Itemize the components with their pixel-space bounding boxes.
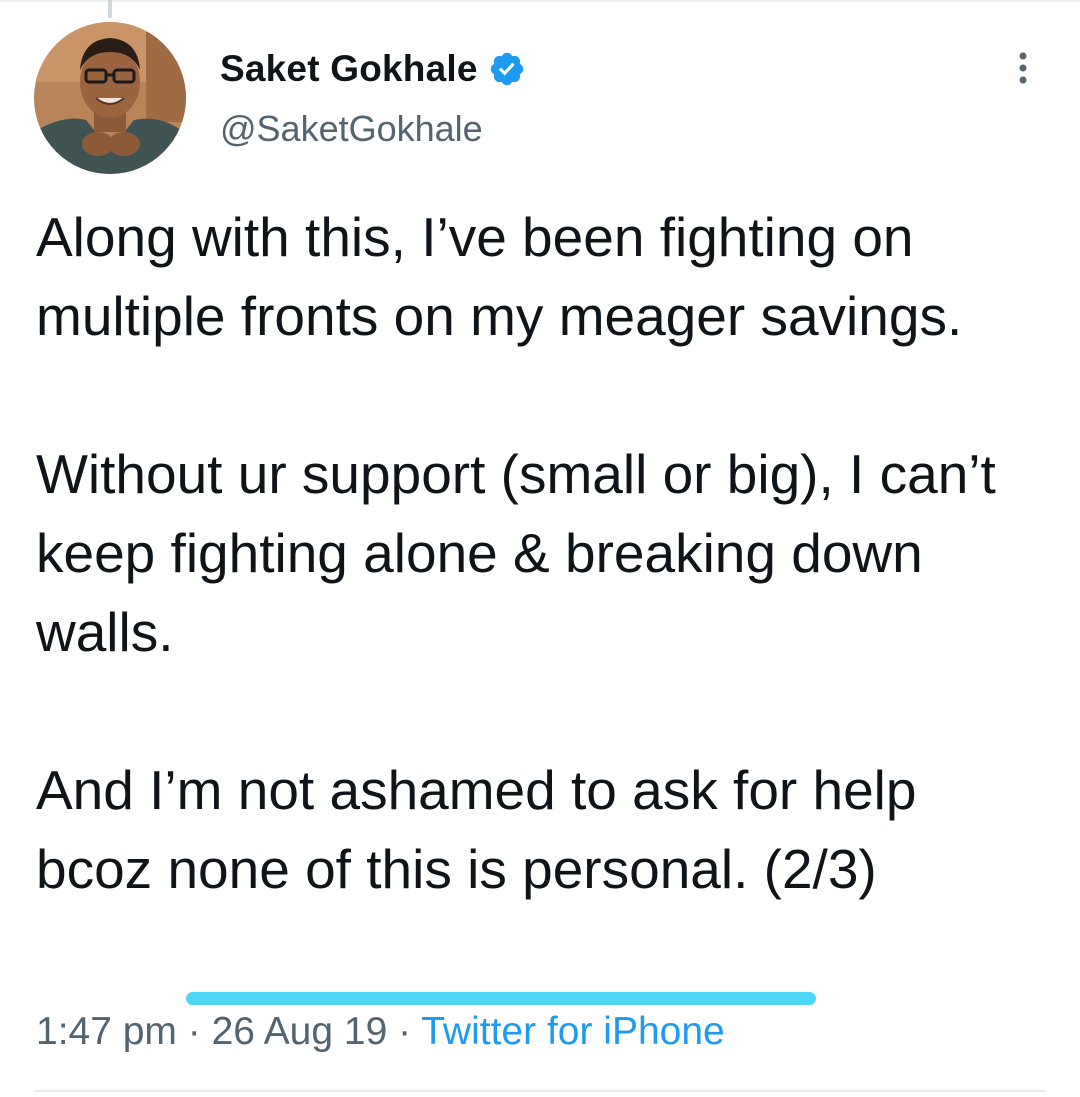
tweet-time[interactable]: 1:47 pm	[36, 1010, 177, 1053]
more-options-icon[interactable]	[1010, 50, 1036, 86]
verified-badge-icon	[490, 52, 523, 86]
author-handle[interactable]: @SaketGokhale	[220, 108, 483, 150]
tweet-source[interactable]: Twitter for iPhone	[421, 1010, 724, 1053]
author-name-row[interactable]: Saket Gokhale	[220, 46, 526, 92]
tweet-paragraph-2: Without ur support (small or big), I can…	[36, 443, 996, 663]
tweet-meta: 1:47 pm · 26 Aug 19 · Twitter for iPhone	[36, 1006, 725, 1058]
meta-separator: ·	[187, 1010, 201, 1053]
author-name[interactable]: Saket Gokhale	[220, 48, 478, 90]
tweet-paragraph-1: Along with this, I’ve been fighting on m…	[36, 206, 963, 347]
tweet-paragraph-3: And I’m not ashamed to ask for help bcoz…	[36, 759, 917, 900]
thread-connector-line	[108, 0, 112, 18]
meta-separator: ·	[398, 1010, 412, 1053]
top-divider	[0, 0, 1080, 2]
tweet-date[interactable]: 26 Aug 19	[212, 1010, 388, 1053]
bottom-divider	[34, 1090, 1046, 1092]
avatar[interactable]	[34, 22, 186, 174]
highlight-underline	[186, 992, 816, 1005]
tweet-text: Along with this, I’ve been fighting on m…	[36, 198, 1046, 909]
